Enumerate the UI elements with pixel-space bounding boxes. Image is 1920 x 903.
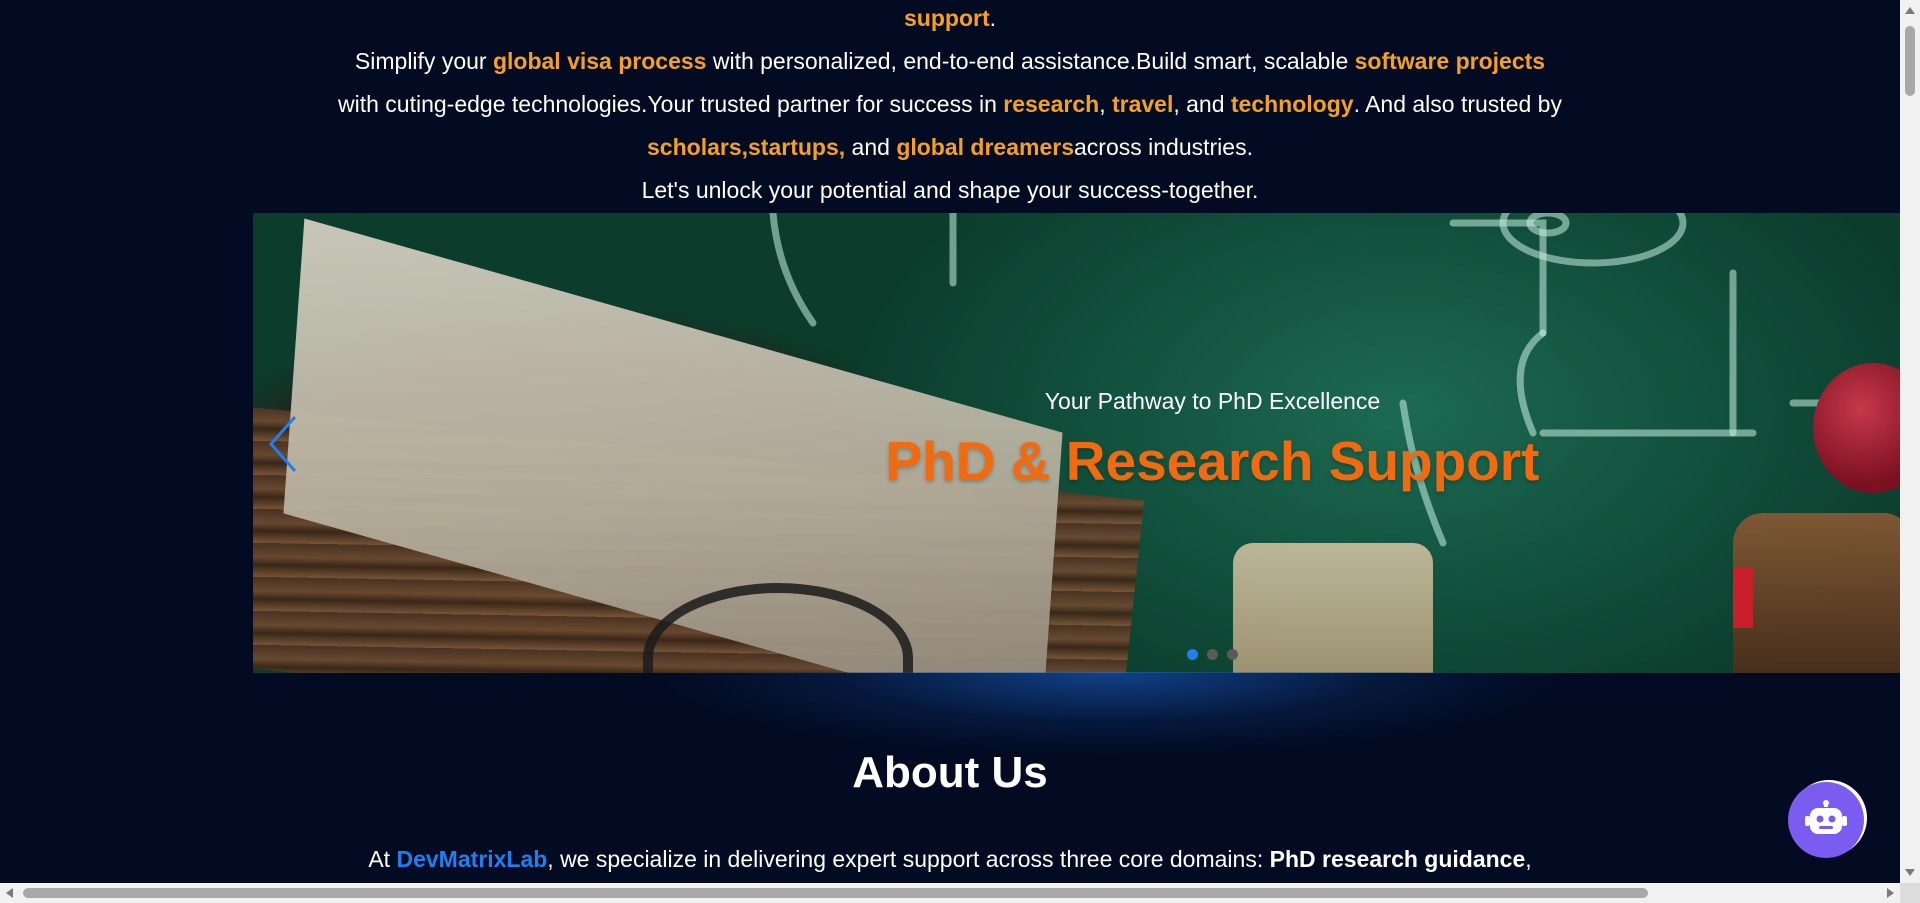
about-text: At DevMatrixLab, we specialize in delive… bbox=[368, 846, 1532, 872]
intro-line-3: with cuting-edge technologies.Your trust… bbox=[338, 91, 1562, 117]
intro-line-5: Let's unlock your potential and shape yo… bbox=[641, 177, 1259, 203]
scrollbar-corner bbox=[1900, 883, 1920, 903]
rope-image bbox=[1733, 513, 1900, 673]
scroll-left-icon[interactable] bbox=[6, 888, 13, 898]
chatbot-button[interactable] bbox=[1788, 782, 1864, 858]
vertical-scrollbar[interactable] bbox=[1900, 0, 1920, 883]
scroll-up-icon[interactable] bbox=[1905, 7, 1915, 14]
carousel-indicators bbox=[1187, 649, 1238, 660]
highlight-travel: travel bbox=[1111, 91, 1174, 117]
carousel-dot-2[interactable] bbox=[1207, 649, 1218, 660]
intro-line-4: scholars,startups, and global dreamersac… bbox=[647, 134, 1253, 160]
about-bold-phd: PhD research guidance bbox=[1269, 846, 1526, 872]
carousel-dot-1[interactable] bbox=[1187, 649, 1198, 660]
bottle-image bbox=[1233, 543, 1433, 673]
scroll-down-icon[interactable] bbox=[1905, 869, 1915, 876]
horizontal-scrollbar[interactable] bbox=[0, 883, 1900, 903]
carousel-dot-3[interactable] bbox=[1227, 649, 1238, 660]
scroll-right-icon[interactable] bbox=[1887, 888, 1894, 898]
highlight-technology: technology bbox=[1230, 91, 1354, 117]
vertical-scroll-thumb[interactable] bbox=[1905, 26, 1915, 96]
chevron-left-icon[interactable] bbox=[265, 413, 305, 475]
intro-line-2: Simplify your global visa process with p… bbox=[354, 48, 1546, 74]
hero-subtitle: Your Pathway to PhD Excellence bbox=[1044, 388, 1381, 414]
highlight-support: support bbox=[904, 5, 990, 31]
intro-line-1: support. bbox=[904, 5, 996, 31]
highlight-global-visa: global visa process bbox=[492, 48, 707, 74]
highlight-global-dreamers: global dreamers bbox=[896, 134, 1074, 160]
highlight-scholars-startups: scholars,startups, bbox=[647, 134, 846, 160]
horizontal-scroll-thumb[interactable] bbox=[23, 888, 1648, 898]
intro-paragraph: support. Simplify your global visa proce… bbox=[300, 0, 1600, 212]
hero-caption: Your Pathway to PhD Excellence PhD & Res… bbox=[880, 388, 1545, 493]
brand-name: DevMatrixLab bbox=[396, 846, 548, 872]
about-title: About Us bbox=[852, 748, 1048, 797]
robot-icon bbox=[1805, 800, 1847, 834]
hero-title: PhD & Research Support bbox=[885, 430, 1540, 492]
highlight-research: research bbox=[1003, 91, 1100, 117]
highlight-software-projects: software projects bbox=[1354, 48, 1546, 74]
red-object-image bbox=[1733, 568, 1753, 628]
